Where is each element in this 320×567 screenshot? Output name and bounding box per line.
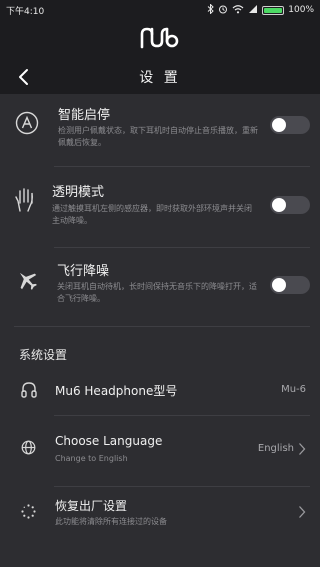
app-header: 设 置 (0, 20, 320, 94)
status-bar: 下午4:10 100% (0, 0, 320, 20)
setting-transparent-mode: 透明模式 通过触摸耳机左侧的感应器，即时获取外部环境声并关闭主动降噪。 (0, 167, 320, 247)
hand-icon (15, 188, 33, 212)
system-item-label: 恢复出厂设置 (55, 499, 128, 513)
setting-description: 检测用户佩戴状态，取下耳机时自动停止音乐播放，重新佩戴后恢复。 (58, 126, 258, 147)
toggle-knob (272, 198, 286, 212)
system-item-factory-reset[interactable]: 恢复出厂设置 此功能将清除所有连接过的设备 (0, 487, 320, 549)
headphone-icon (21, 382, 37, 398)
smart-pause-toggle[interactable] (270, 116, 310, 134)
a-circle-icon (15, 111, 39, 135)
flight-mode-toggle[interactable] (270, 276, 310, 294)
setting-label: 透明模式 (52, 185, 105, 200)
reset-icon (21, 504, 36, 519)
setting-description: 关闭耳机自动待机，长时间保持无音乐下的降噪打开，适合飞行降噪。 (57, 282, 257, 303)
setting-label: 飞行降噪 (57, 264, 110, 279)
mu-logo-icon (140, 27, 179, 49)
globe-icon (21, 440, 36, 455)
setting-description: 通过触摸耳机左侧的感应器，即时获取外部环境声并关闭主动降噪。 (52, 204, 252, 225)
system-item-value: Mu-6 (281, 384, 306, 395)
system-item-value: English (257, 443, 294, 454)
bluetooth-icon (207, 2, 214, 17)
airplane-icon (19, 272, 37, 290)
divider (14, 326, 310, 327)
status-icons: 100% (207, 2, 314, 17)
wifi-icon (232, 4, 244, 17)
chevron-right-icon (299, 506, 306, 518)
toggle-knob (272, 278, 286, 292)
toggle-knob (272, 118, 286, 132)
status-time: 下午4:10 (6, 6, 45, 17)
system-item-label: Choose Language (55, 434, 163, 448)
page-title: 设 置 (139, 70, 181, 86)
section-title: 系统设置 (19, 348, 68, 362)
alarm-icon (218, 4, 228, 17)
system-item-subtitle: Change to English (55, 454, 128, 463)
system-item-language[interactable]: Choose Language Change to English Englis… (0, 416, 320, 486)
battery-percent: 100% (288, 5, 314, 15)
transparent-mode-toggle[interactable] (270, 196, 310, 214)
system-item-label: Mu6 Headphone型号 (55, 384, 178, 398)
battery-icon (262, 5, 285, 15)
system-item-subtitle: 此功能将清除所有连接过的设备 (55, 517, 167, 526)
system-item-model[interactable]: Mu6 Headphone型号 Mu-6 (0, 370, 320, 414)
signal-icon (248, 4, 258, 17)
setting-flight-mode: 飞行降噪 关闭耳机自动待机，长时间保持无音乐下的降噪打开，适合飞行降噪。 (0, 248, 320, 326)
chevron-right-icon (299, 443, 306, 455)
setting-smart-pause: 智能启停 检测用户佩戴状态，取下耳机时自动停止音乐播放，重新佩戴后恢复。 (0, 94, 320, 166)
setting-label: 智能启停 (58, 108, 111, 123)
